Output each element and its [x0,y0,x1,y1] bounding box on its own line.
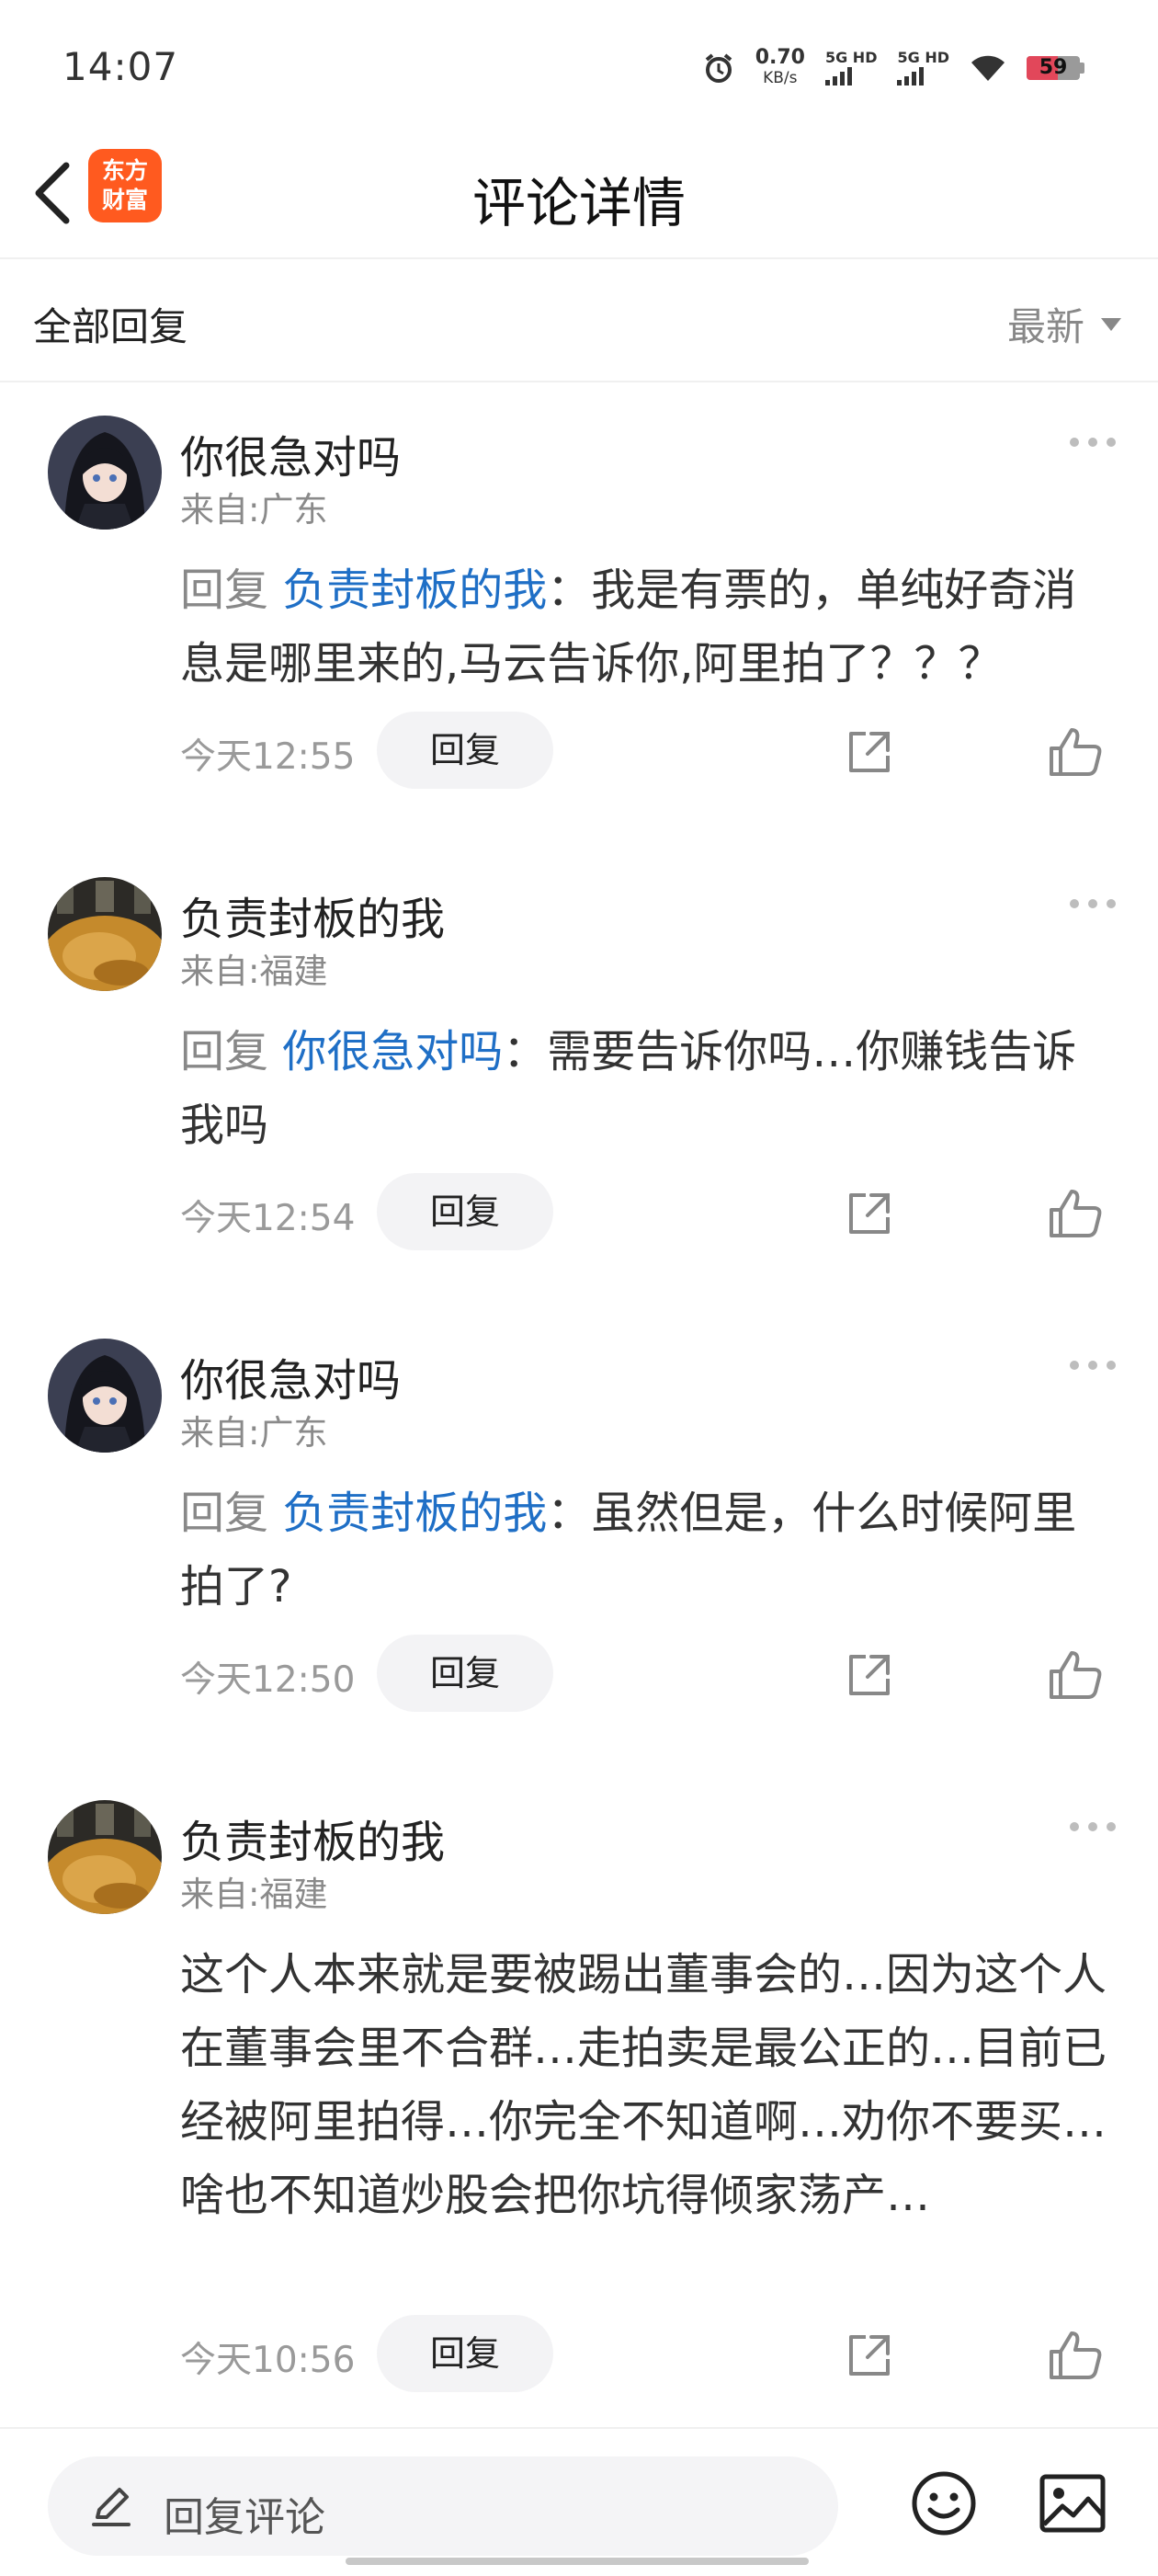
username[interactable]: 你很急对吗 [180,421,401,485]
location: 来自:福建 [180,952,328,991]
comment-time: 今天10:56 [180,2340,356,2381]
comment-text: 这个人本来就是要被踢出董事会的…因为这个人在董事会里不合群…走拍卖是最公正的…目… [180,1949,1107,2221]
like-icon[interactable] [1048,726,1103,778]
like-icon[interactable] [1048,1649,1103,1701]
location: 来自:广东 [180,1413,328,1453]
comment-text: 回复 负责封板的我：虽然但是，什么时候阿里拍了? [180,1487,1077,1613]
share-icon[interactable] [844,2330,895,2381]
comment-meta: 今天12:54 回复 [180,1173,1127,1250]
location: 来自:广东 [180,490,328,530]
bottom-bar: 回复评论 [0,2427,1158,2576]
wifi-icon [971,55,1005,81]
username[interactable]: 你很急对吗 [180,1344,401,1408]
like-icon[interactable] [1048,2330,1103,2381]
comment-text: 回复 你很急对吗：需要告诉你吗…你赚钱告诉我吗 [180,1026,1077,1151]
filter-bar: 全部回复 最新 [0,259,1158,382]
avatar[interactable] [48,1800,162,1914]
sort-label: 最新 [1006,304,1084,349]
status-icons: 0.70 KB/s 5G HD 5G HD 59 [702,48,1084,88]
image-icon[interactable] [1039,2473,1107,2534]
reply-button[interactable]: 回复 [377,712,553,789]
mention-link[interactable]: 负责封板的我 [282,564,547,616]
mention-link[interactable]: 你很急对吗 [282,1026,503,1077]
status-bar: 14:07 0.70 KB/s 5G HD 5G HD 59 [0,0,1158,129]
share-icon[interactable] [844,1188,895,1239]
home-indicator[interactable] [346,2558,809,2565]
dropdown-triangle-icon [1101,317,1121,331]
battery-icon: 59 [1027,56,1084,80]
page-title: 评论详情 [471,172,686,234]
comment-meta: 今天12:55 回复 [180,712,1127,789]
more-options-icon[interactable] [1070,438,1116,447]
reply-button[interactable]: 回复 [377,2315,553,2392]
username[interactable]: 负责封板的我 [180,883,445,947]
reply-button[interactable]: 回复 [377,1173,553,1250]
reply-comment-input[interactable]: 回复评论 [48,2456,838,2556]
reply-input-placeholder: 回复评论 [164,2494,325,2541]
more-options-icon[interactable] [1070,1822,1116,1831]
share-icon[interactable] [844,726,895,778]
status-time: 14:07 [62,44,179,89]
pencil-icon [92,2488,131,2526]
title-bar: 东方 财富 评论详情 [0,129,1158,259]
emoji-icon[interactable] [910,2469,978,2537]
alarm-icon [705,53,732,83]
comment-time: 今天12:55 [180,736,356,778]
reply-button[interactable]: 回复 [377,1635,553,1712]
comment-time: 今天12:50 [180,1659,356,1701]
share-icon[interactable] [844,1649,895,1701]
avatar[interactable] [48,877,162,991]
username[interactable]: 负责封板的我 [180,1806,445,1870]
location: 来自:福建 [180,1875,328,1914]
signal-sim1-icon: 5G HD [824,51,877,85]
comment-time: 今天12:54 [180,1198,356,1239]
sort-dropdown[interactable]: 最新 [1007,296,1121,352]
signal-sim2-icon: 5G HD [897,51,949,85]
comment-meta: 今天10:56 回复 [180,2315,1127,2392]
mention-link[interactable]: 负责封板的我 [282,1487,547,1539]
comment-meta: 今天12:50 回复 [180,1635,1127,1712]
like-icon[interactable] [1048,1188,1103,1239]
comment-text: 回复 负责封板的我：我是有票的，单纯好奇消息是哪里来的,马云告诉你,阿里拍了？？… [180,564,1077,690]
network-speed: 0.70 KB/s [755,46,805,88]
more-options-icon[interactable] [1070,1361,1116,1370]
avatar[interactable] [48,1339,162,1453]
more-options-icon[interactable] [1070,899,1116,908]
avatar[interactable] [48,416,162,530]
all-replies-label: 全部回复 [33,304,188,349]
